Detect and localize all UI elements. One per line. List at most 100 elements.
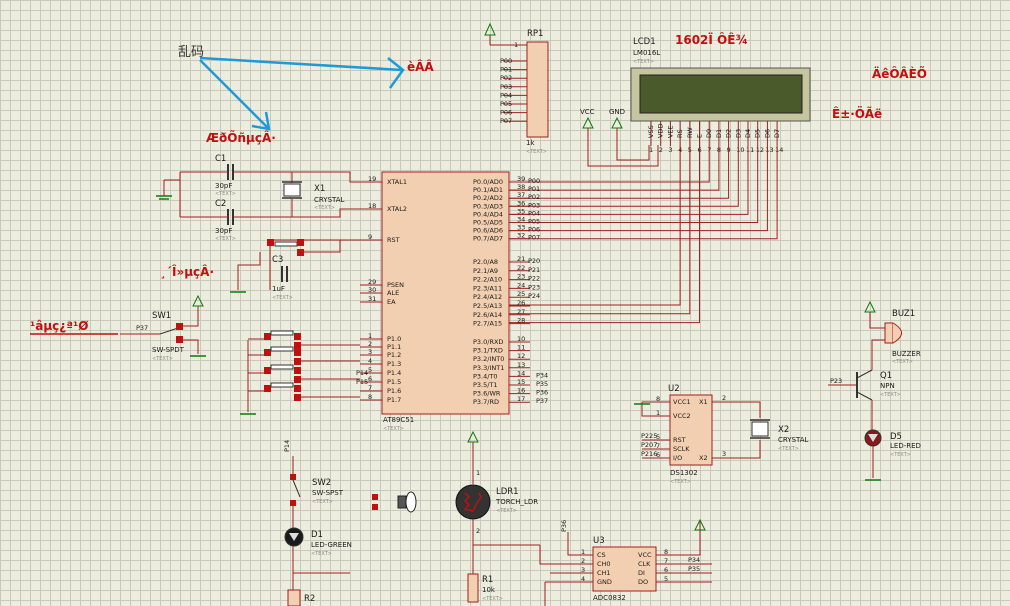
u1-right-pin-label: P0.4/AD4 xyxy=(473,210,503,218)
u1-p0-net: P06 xyxy=(528,226,540,234)
u1-right-pin-num: 26 xyxy=(517,299,525,307)
lcd1-pin-label: E xyxy=(696,134,704,138)
c1-value: 30pF xyxy=(215,182,232,190)
u1-p3-net: P37 xyxy=(536,397,548,405)
lcd1-pin-label: D3 xyxy=(734,129,742,138)
u1-left-pin-num: 30 xyxy=(368,286,376,294)
r2-resistor xyxy=(287,589,301,606)
reset-circuit[interactable]: C3 1uF <TEXT> xyxy=(230,239,360,301)
oscillator-circuit[interactable]: C1 30pF <TEXT> C2 30pF <TEXT> X1 CRYSTAL… xyxy=(156,154,360,242)
r1-text: <TEXT> xyxy=(482,596,503,602)
button-pin xyxy=(264,385,271,392)
sw1-top-wire xyxy=(183,306,199,327)
blue-arrow-right xyxy=(199,56,403,72)
u3-pin-num: 5 xyxy=(664,575,668,583)
u2-pin-label: VCC1 xyxy=(673,398,691,406)
push-button[interactable] xyxy=(270,330,294,336)
u1-right-pin-label: P2.2/A10 xyxy=(473,276,502,284)
sw1-switch[interactable]: SW1 SW-SPDT <TEXT> P37 xyxy=(120,294,206,362)
u1-p0-net: P01 xyxy=(528,185,540,193)
c3-ref: C3 xyxy=(272,255,283,265)
r2-ref: R2 xyxy=(304,594,315,604)
u1-left-pin-label: P1.6 xyxy=(387,387,401,395)
u3-pin-label: GND xyxy=(597,578,612,586)
buzzer-circuit[interactable]: BUZ1 BUZZER <TEXT> P23 Q1 NPN <TEXT> D5 … xyxy=(828,300,921,481)
sw2-lever[interactable] xyxy=(292,479,301,498)
u1-p1-net: P14 xyxy=(356,369,368,377)
u1-right-pin-label: P0.1/AD1 xyxy=(473,186,503,194)
u1-right-pin-label: P0.0/AD0 xyxy=(473,178,503,186)
u2-ref: U2 xyxy=(668,384,680,394)
label-date: ÄêÔÂÈÕ xyxy=(872,66,927,81)
u2-net: P225 xyxy=(641,432,657,440)
d1-text: <TEXT> xyxy=(311,551,332,557)
u1-p3-net: P35 xyxy=(536,380,548,388)
push-button[interactable] xyxy=(270,382,294,388)
rp1-ref: RP1 xyxy=(527,29,543,39)
u1-at89c51[interactable]: AT89C51 <TEXT> 19 XTAL118 XTAL29 RST29 PSEN3… xyxy=(356,171,548,432)
ldr-circuit[interactable]: 1 LDR1 TORCH_LDR <TEXT> 2 R1 10k <TEXT> xyxy=(372,430,540,603)
label-photo-switch: ¹âµç¿ª¹Ø xyxy=(30,319,88,333)
u1-left-pin-num: 19 xyxy=(368,175,376,183)
u1-right-pin-num: 28 xyxy=(517,317,525,325)
u3-ref: U3 xyxy=(593,536,605,546)
gnd-arrow xyxy=(611,116,623,129)
u1-right-pin-num: 36 xyxy=(517,199,525,207)
u1-right-pin-num: 14 xyxy=(517,369,525,377)
rp1-pin-label: P04 xyxy=(500,91,512,99)
sw1-contact-top xyxy=(176,323,183,330)
u1-p3-net: P34 xyxy=(536,371,548,379)
lcd1-display[interactable]: LCD1 LM016L <TEXT> VSS1VDD2VEE3RS4RW5E6D… xyxy=(509,37,811,324)
u2-ds1302[interactable]: U2 DS1302 <TEXT> 8 VCC11 VCC25 RST7 SCLK6 I/O… xyxy=(634,384,809,485)
gnd-to-lcd-wire xyxy=(616,128,650,161)
u1-p0-net: P07 xyxy=(528,234,540,242)
vcc-arrow xyxy=(582,116,594,129)
lcd1-pin-label: D1 xyxy=(715,129,723,138)
u3-adc0832[interactable]: U3 ADC0832 1 CS2 CH03 CH14 GND8VCC7CLK6DI5DO… xyxy=(539,518,712,606)
lcd1-pin-label: VEE xyxy=(666,125,674,138)
button-pin xyxy=(294,342,301,349)
u2-pin-num: 3 xyxy=(722,450,726,458)
sw2-value: SW-SPST xyxy=(312,489,344,497)
lcd1-pin-label: VDD xyxy=(657,124,665,138)
r1-value: 10k xyxy=(482,586,496,594)
buzzer-vcc-arrow xyxy=(864,300,876,313)
lcd-data-bus-wire xyxy=(509,146,759,223)
u1-right-pin-num: 38 xyxy=(517,183,525,191)
p1-buttons[interactable] xyxy=(240,330,360,415)
rp1-pin-label: P07 xyxy=(500,117,512,125)
button-pin xyxy=(294,367,301,374)
u1-right-pin-label: P3.4/T0 xyxy=(473,372,498,380)
button-pin xyxy=(294,358,301,365)
u1-p0-net: P03 xyxy=(528,201,540,209)
torch-lens[interactable] xyxy=(405,491,417,513)
u1-left-pin-num: 7 xyxy=(368,384,372,392)
sw2-d1-circuit[interactable]: P14 SW2 SW-SPST <TEXT> D1 LED-GREEN <TEX… xyxy=(283,440,352,606)
lcd1-pin-label: D4 xyxy=(744,129,752,138)
u1-right-pin-num: 21 xyxy=(517,255,525,263)
c2-value: 30pF xyxy=(215,227,232,235)
buzzer-to-q1-wire xyxy=(871,339,885,370)
lcd1-pin-num: 1 xyxy=(649,146,653,154)
u1-right-pin-label: P0.6/AD6 xyxy=(473,227,503,235)
lcd1-pin-num: 11 xyxy=(746,146,754,154)
u3-pin-label: CH0 xyxy=(597,560,611,568)
button-pin xyxy=(294,349,301,356)
push-button[interactable] xyxy=(270,346,294,352)
u1-left-pin-num: 2 xyxy=(368,340,372,348)
lcd-title: 1602Ï ÔÊ¾ xyxy=(675,32,748,47)
q1-value: NPN xyxy=(880,382,895,390)
sw1-lever[interactable] xyxy=(159,327,179,335)
reset-button[interactable] xyxy=(274,241,298,247)
sw1-vcc-arrow xyxy=(192,294,204,307)
rp1-resistor-pack[interactable]: RP1 1k <TEXT> 1 P00P01P02P03P04P05P06P07 xyxy=(484,22,549,155)
u1-right-pin-num: 17 xyxy=(517,395,525,403)
push-button[interactable] xyxy=(270,364,294,370)
sw1-value: SW-SPDT xyxy=(152,346,185,354)
u1-p2-net: P24 xyxy=(528,292,540,300)
lcd1-pin-label: RS xyxy=(676,129,684,138)
rst-vcc-wire xyxy=(300,240,341,253)
schematic-canvas[interactable]: 乱码 èÂÂ ÆðÕñµçÂ· ¸´Î»µçÂ· ¹âµç¿ª¹Ø 1602Ï … xyxy=(0,0,1010,606)
q1-emitter xyxy=(856,391,873,401)
lcd1-pin-label: RW xyxy=(686,127,694,138)
